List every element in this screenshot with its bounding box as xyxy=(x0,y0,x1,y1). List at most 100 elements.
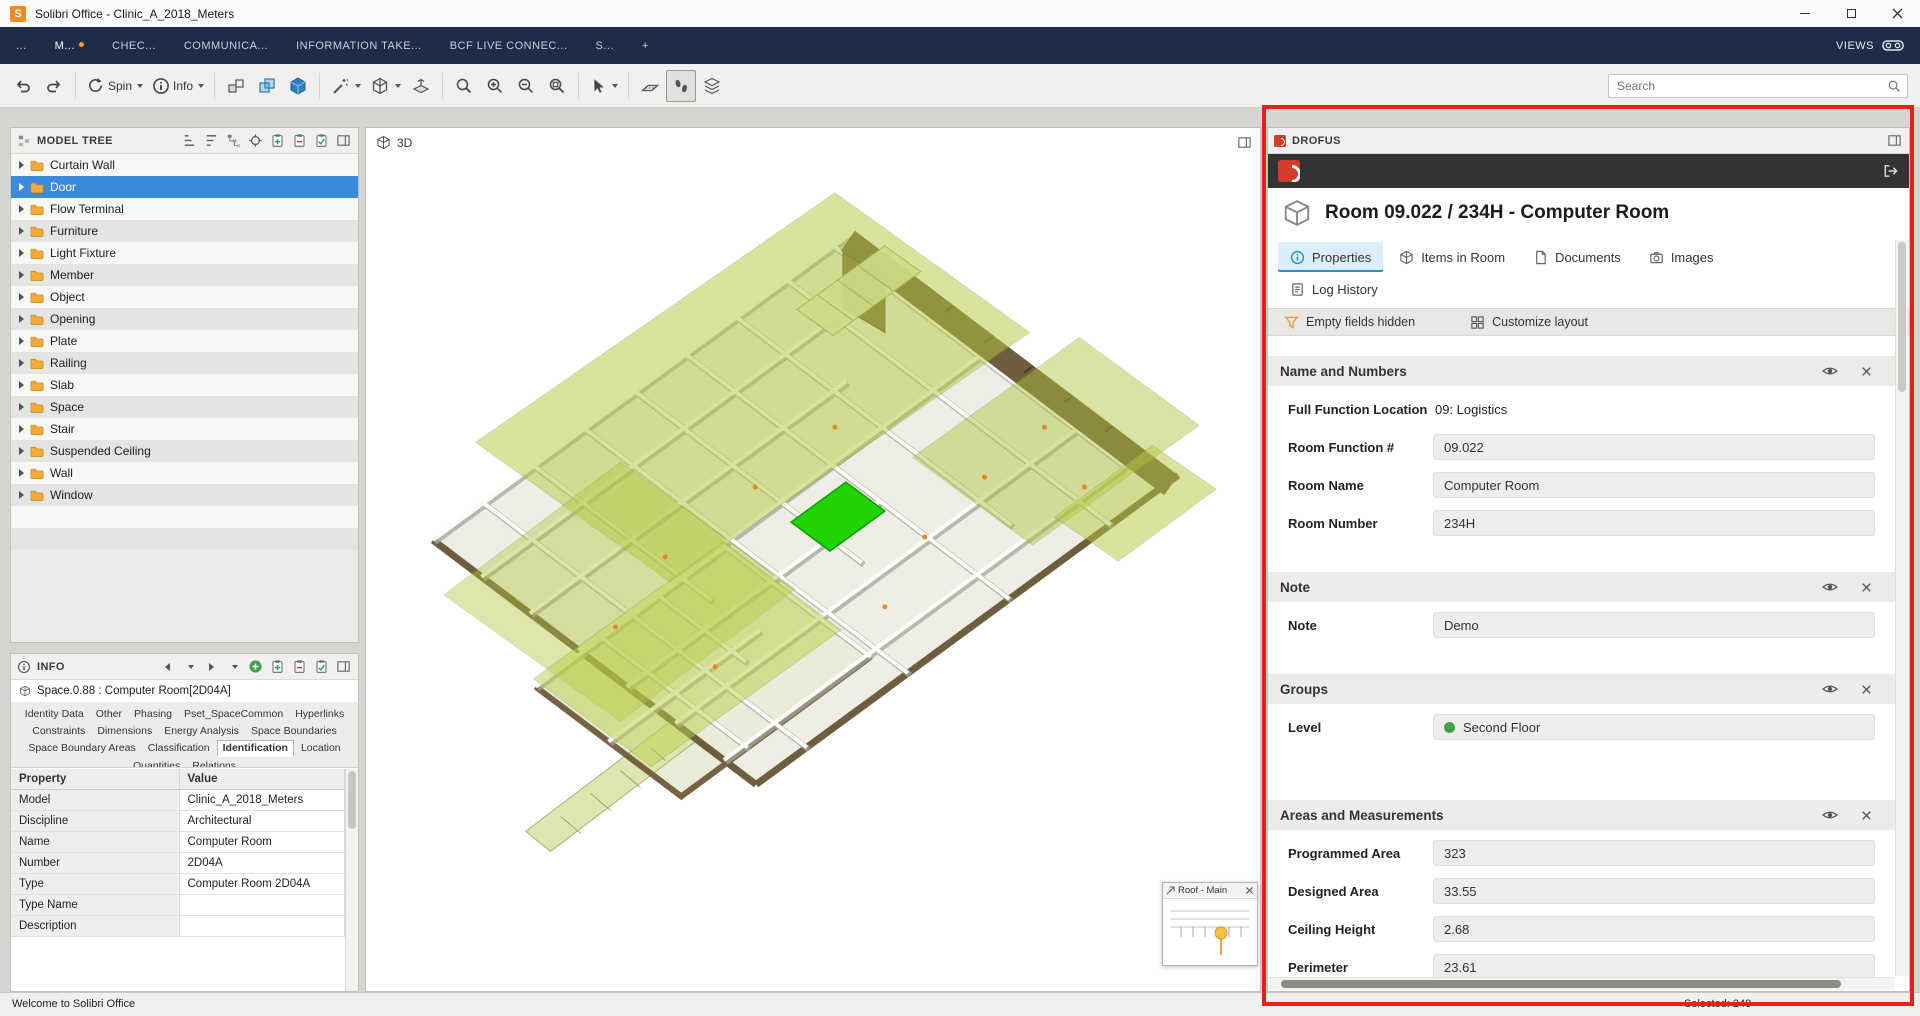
ribbon-tab-m[interactable]: M... xyxy=(55,40,84,52)
ribbon-tab-[interactable]: + xyxy=(642,40,649,52)
tree-item-stair[interactable]: Stair xyxy=(11,418,358,440)
view-cube-button[interactable] xyxy=(366,70,405,102)
close-button[interactable] xyxy=(1874,0,1920,27)
info-tab-energy-analysis[interactable]: Energy Analysis xyxy=(159,724,244,739)
expand-arrow-icon[interactable] xyxy=(19,227,24,235)
locate-selection-button[interactable] xyxy=(247,132,264,149)
property-row[interactable]: Type Name xyxy=(11,894,345,915)
model-cube-button[interactable] xyxy=(283,70,313,102)
expand-arrow-icon[interactable] xyxy=(19,469,24,477)
components-button[interactable] xyxy=(221,70,251,102)
column-header-value[interactable]: Value xyxy=(179,769,345,789)
undo-button[interactable] xyxy=(8,70,38,102)
checklist-add-button[interactable] xyxy=(269,658,286,675)
walk-mode-button[interactable] xyxy=(666,70,696,102)
field-value-input[interactable]: Second Floor xyxy=(1433,714,1875,740)
section-plane-button[interactable] xyxy=(406,70,436,102)
expand-arrow-icon[interactable] xyxy=(19,315,24,323)
redo-button[interactable] xyxy=(39,70,69,102)
tree-item-flow-terminal[interactable]: Flow Terminal xyxy=(11,198,358,220)
info-tab-pset-spacecommon[interactable]: Pset_SpaceCommon xyxy=(179,707,288,722)
tree-item-door[interactable]: Door xyxy=(11,176,358,198)
checklist-add-button[interactable] xyxy=(269,132,286,149)
expand-level-button[interactable] xyxy=(181,132,198,149)
zoom-out-button[interactable] xyxy=(511,70,541,102)
visibility-toggle-button[interactable] xyxy=(1821,362,1839,380)
expand-arrow-icon[interactable] xyxy=(19,249,24,257)
drofus-horizontal-scrollbar[interactable] xyxy=(1269,977,1894,990)
expand-arrow-icon[interactable] xyxy=(19,447,24,455)
info-tab-location[interactable]: Location xyxy=(296,741,346,756)
field-value-input[interactable]: 323 xyxy=(1433,840,1875,866)
expand-arrow-icon[interactable] xyxy=(19,161,24,169)
ribbon-tab-s[interactable]: S... xyxy=(596,40,615,52)
info-tab-dimensions[interactable]: Dimensions xyxy=(92,724,157,739)
info-tab-space-boundary-areas[interactable]: Space Boundary Areas xyxy=(23,741,140,756)
customize-layout-button[interactable]: Customize layout xyxy=(1470,315,1588,330)
search-icon[interactable] xyxy=(1887,79,1901,93)
drofus-horizontal-scrollbar-thumb[interactable] xyxy=(1281,980,1841,988)
info-tab-phasing[interactable]: Phasing xyxy=(129,707,177,722)
expand-arrow-icon[interactable] xyxy=(19,183,24,191)
expand-arrow-icon[interactable] xyxy=(19,403,24,411)
field-value-input[interactable]: Demo xyxy=(1433,612,1875,638)
expand-arrow-icon[interactable] xyxy=(19,425,24,433)
tree-item-furniture[interactable]: Furniture xyxy=(11,220,358,242)
drofus-tab-documents[interactable]: Documents xyxy=(1521,242,1633,272)
ribbon-tab-bcf-live-connec[interactable]: BCF LIVE CONNEC... xyxy=(450,40,568,52)
tree-item-suspended-ceiling[interactable]: Suspended Ceiling xyxy=(11,440,358,462)
tree-item-object[interactable]: Object xyxy=(11,286,358,308)
info-tab-constraints[interactable]: Constraints xyxy=(27,724,90,739)
previous-dropdown-button[interactable] xyxy=(181,658,198,675)
visibility-toggle-button[interactable] xyxy=(1821,806,1839,824)
expand-arrow-icon[interactable] xyxy=(19,359,24,367)
tree-item-railing[interactable]: Railing xyxy=(11,352,358,374)
zoom-in-button[interactable] xyxy=(480,70,510,102)
roof-popup-header[interactable]: Roof - Main xyxy=(1163,883,1257,899)
checklist-check-button[interactable] xyxy=(313,132,330,149)
info-tab-classification[interactable]: Classification xyxy=(143,741,215,756)
info-tab-space-boundaries[interactable]: Space Boundaries xyxy=(246,724,342,739)
info-tab-relations[interactable]: Relations xyxy=(187,759,241,768)
popup-close-icon[interactable] xyxy=(1245,886,1254,895)
info-scrollbar-thumb[interactable] xyxy=(348,771,356,829)
property-row[interactable]: TypeComputer Room 2D04A xyxy=(11,873,345,894)
expand-arrow-icon[interactable] xyxy=(19,293,24,301)
maximize-button[interactable] xyxy=(1828,0,1874,27)
drofus-tab-items-in-room[interactable]: Items in Room xyxy=(1387,242,1517,272)
tree-item-member[interactable]: Member xyxy=(11,264,358,286)
viewport-layout-button[interactable] xyxy=(1236,134,1253,151)
info-tab-quantities[interactable]: Quantities xyxy=(128,759,185,768)
info-button[interactable]: Info xyxy=(148,70,208,102)
collapse-tree-button[interactable] xyxy=(203,132,220,149)
info-tab-identity-data[interactable]: Identity Data xyxy=(20,707,89,722)
checklist-check-button[interactable] xyxy=(313,658,330,675)
info-scrollbar[interactable] xyxy=(345,769,358,991)
next-dropdown-button[interactable] xyxy=(225,658,242,675)
tree-item-opening[interactable]: Opening xyxy=(11,308,358,330)
open-external-button[interactable] xyxy=(1882,163,1899,180)
visibility-toggle-button[interactable] xyxy=(1821,680,1839,698)
section-close-button[interactable] xyxy=(1857,362,1875,380)
layers-button[interactable] xyxy=(697,70,727,102)
3d-model-scene[interactable] xyxy=(366,128,1260,991)
drofus-vertical-scrollbar-thumb[interactable] xyxy=(1898,242,1906,392)
info-tab-identification[interactable]: Identification xyxy=(217,740,294,757)
link-models-button[interactable] xyxy=(252,70,282,102)
section-close-button[interactable] xyxy=(1857,680,1875,698)
tree-item-window[interactable]: Window xyxy=(11,484,358,506)
ribbon-tab-chec[interactable]: CHEC... xyxy=(112,40,156,52)
field-value-input[interactable]: 09.022 xyxy=(1433,434,1875,460)
field-value-input[interactable]: 23.61 xyxy=(1433,954,1875,977)
visibility-toggle-button[interactable] xyxy=(1821,578,1839,596)
zoom-fit-button[interactable] xyxy=(542,70,572,102)
tree-hierarchy-button[interactable] xyxy=(225,132,242,149)
drofus-tab-images[interactable]: Images xyxy=(1637,242,1726,272)
tree-item-slab[interactable]: Slab xyxy=(11,374,358,396)
tree-item-curtain-wall[interactable]: Curtain Wall xyxy=(11,154,358,176)
empty-fields-toggle[interactable]: Empty fields hidden xyxy=(1284,315,1415,330)
expand-arrow-icon[interactable] xyxy=(19,271,24,279)
magic-select-button[interactable] xyxy=(326,70,365,102)
panel-layout-button[interactable] xyxy=(335,132,352,149)
expand-arrow-icon[interactable] xyxy=(19,337,24,345)
